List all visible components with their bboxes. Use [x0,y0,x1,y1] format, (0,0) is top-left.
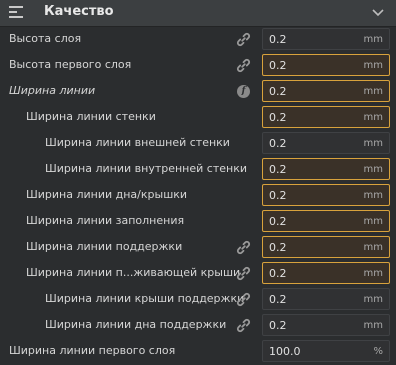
setting-label: Ширина линии поддержки [26,240,183,253]
setting-value-input[interactable]: 0.2 mm [262,210,390,232]
setting-label: Ширина линии заполнения [26,214,185,227]
setting-value-input[interactable]: 0.2 mm [262,28,390,50]
value-text: 0.2 [269,267,287,280]
unit-label: mm [363,268,383,279]
link-icon[interactable] [236,318,251,333]
setting-value-input[interactable]: 0.2 mm [262,314,390,336]
chevron-down-icon[interactable] [370,4,386,20]
setting-label: Ширина линии дна/крышки [26,188,188,201]
setting-row: Ширина линии дна/крышки 0.2 mm [0,183,396,209]
setting-row: Высота первого слоя 0.2 mm [0,53,396,79]
link-icon[interactable] [236,240,251,255]
link-icon[interactable] [236,292,251,307]
setting-row: Ширина линии поддержки 0.2 mm [0,235,396,261]
unit-label: mm [363,216,383,227]
setting-value-input[interactable]: 0.2 mm [262,158,390,180]
value-text: 0.2 [269,241,287,254]
unit-label: mm [363,34,383,45]
setting-value-input[interactable]: 0.2 mm [262,236,390,258]
setting-row: Ширина линии крыши поддержки 0.2 mm [0,287,396,313]
value-text: 0.2 [269,33,287,46]
setting-row: Ширина линии дна поддержки 0.2 mm [0,313,396,339]
unit-label: mm [363,164,383,175]
setting-row: Ширина линии стенки 0.2 mm [0,105,396,131]
setting-label: Ширина линии п...живающей крыши [26,266,241,279]
value-text: 0.2 [269,59,287,72]
unit-label: mm [363,294,383,305]
function-icon[interactable]: f [236,84,251,99]
setting-label: Ширина линии дна поддержки [45,318,227,331]
unit-label: % [373,346,383,357]
value-text: 0.2 [269,137,287,150]
unit-label: mm [363,242,383,253]
unit-label: mm [363,138,383,149]
setting-value-input[interactable]: 0.2 mm [262,262,390,284]
value-text: 0.2 [269,319,287,332]
setting-label: Ширина линии крыши поддержки [45,292,245,305]
setting-label: Ширина линии внутренней стенки [45,162,247,175]
unit-label: mm [363,320,383,331]
value-text: 0.2 [269,111,287,124]
setting-row: Высота слоя 0.2 mm [0,27,396,53]
setting-value-input[interactable]: 100.0% [262,340,390,362]
unit-label: mm [363,86,383,97]
unit-label: mm [363,190,383,201]
link-icon[interactable] [236,58,251,73]
setting-row: Ширина линии первого слоя 100.0% [0,339,396,365]
setting-label: Высота первого слоя [9,58,132,71]
link-icon[interactable] [236,266,251,281]
setting-label: Ширина линии [9,84,96,97]
setting-row: Ширина линии п...живающей крыши 0.2 mm [0,261,396,287]
setting-label: Ширина линии внешней стенки [45,136,230,149]
value-text: 0.2 [269,215,287,228]
value-text: 0.2 [269,163,287,176]
setting-value-input[interactable]: 0.2 mm [262,54,390,76]
setting-value-input[interactable]: 0.2 mm [262,106,390,128]
section-title: Качество [44,4,114,19]
unit-label: mm [363,112,383,123]
value-text: 0.2 [269,293,287,306]
setting-row: Ширина линии заполнения 0.2 mm [0,209,396,235]
setting-row: Ширина линии f 0.2 mm [0,79,396,105]
value-text: 100.0 [269,345,301,358]
section-icon [9,6,23,19]
link-icon[interactable] [236,32,251,47]
setting-row: Ширина линии внешней стенки 0.2 mm [0,131,396,157]
unit-label: mm [363,60,383,71]
setting-value-input[interactable]: 0.2 mm [262,132,390,154]
setting-value-input[interactable]: 0.2 mm [262,184,390,206]
value-text: 0.2 [269,189,287,202]
setting-label: Высота слоя [9,32,82,45]
section-header[interactable]: Качество [0,0,396,27]
setting-value-input[interactable]: 0.2 mm [262,288,390,310]
setting-label: Ширина линии стенки [26,110,156,123]
setting-value-input[interactable]: 0.2 mm [262,80,390,102]
setting-label: Ширина линии первого слоя [9,344,176,357]
value-text: 0.2 [269,85,287,98]
setting-row: Ширина линии внутренней стенки 0.2 mm [0,157,396,183]
